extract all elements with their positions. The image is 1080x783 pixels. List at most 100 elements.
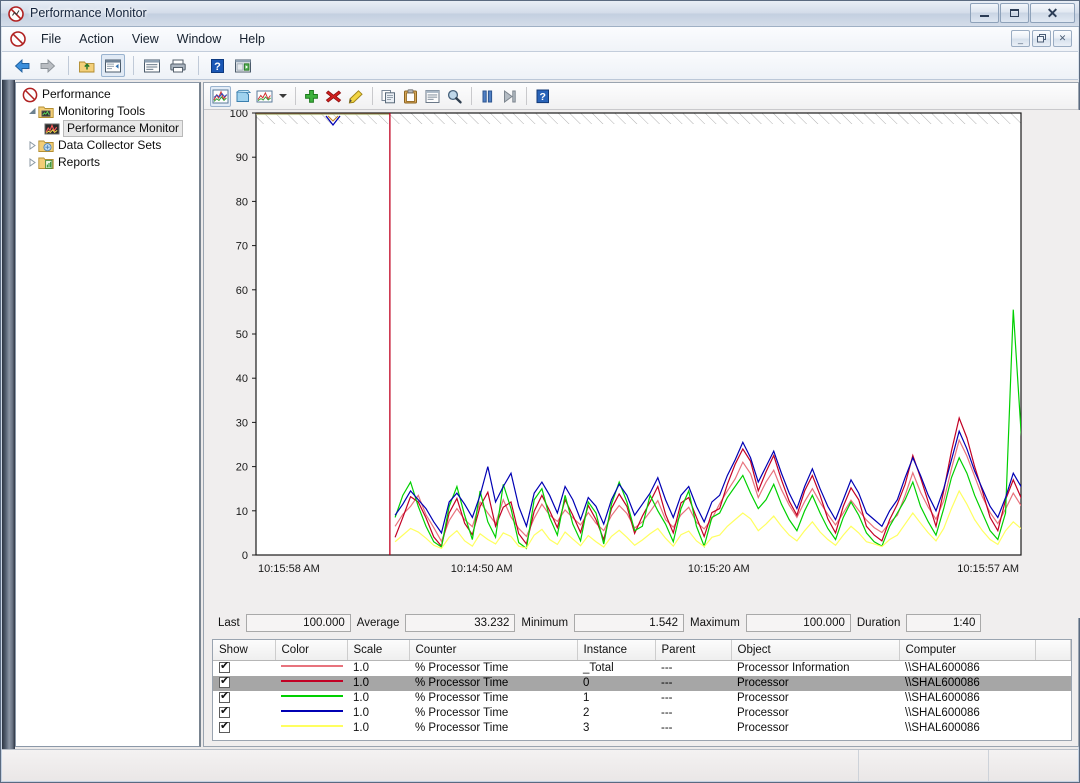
show-checkbox[interactable] bbox=[219, 707, 230, 718]
x-axis-label: 10:15:57 AM bbox=[957, 563, 1019, 575]
mdi-minimize-button[interactable]: _ bbox=[1011, 30, 1030, 47]
computer-cell: \\SHAL600086 bbox=[899, 721, 1035, 736]
tree-node-performance[interactable]: Performance bbox=[16, 86, 199, 103]
view-graph-icon[interactable] bbox=[210, 86, 231, 107]
mdi-close-button[interactable]: ✕ bbox=[1053, 30, 1072, 47]
object-cell: Processor bbox=[731, 676, 899, 691]
column-header-counter[interactable]: Counter bbox=[409, 640, 577, 660]
column-header-spacer bbox=[1035, 640, 1071, 660]
statistics-bar: Last 100.000 Average 33.232 Minimum 1.54… bbox=[212, 611, 1072, 635]
show-checkbox-cell[interactable] bbox=[213, 660, 275, 676]
properties-icon[interactable] bbox=[140, 54, 164, 77]
forward-icon[interactable] bbox=[36, 54, 60, 77]
show-checkbox[interactable] bbox=[219, 722, 230, 733]
column-header-show[interactable]: Show bbox=[213, 640, 275, 660]
column-header-color[interactable]: Color bbox=[275, 640, 347, 660]
new-window-icon[interactable] bbox=[231, 54, 255, 77]
show-checkbox-cell[interactable] bbox=[213, 706, 275, 721]
show-checkbox[interactable] bbox=[219, 662, 230, 673]
x-axis-label: 10:15:20 AM bbox=[688, 563, 750, 575]
menu-window[interactable]: Window bbox=[168, 29, 230, 49]
tree-node-performance-monitor[interactable]: Performance Monitor bbox=[16, 120, 199, 137]
copy-properties-icon[interactable] bbox=[378, 86, 399, 107]
table-row[interactable]: 1.0% Processor Time2---Processor\\SHAL60… bbox=[213, 706, 1071, 721]
left-scroll-rail[interactable] bbox=[2, 80, 15, 749]
show-checkbox[interactable] bbox=[219, 692, 230, 703]
minimum-value: 1.542 bbox=[574, 614, 684, 632]
print-icon[interactable] bbox=[166, 54, 190, 77]
graph-toolbar-separator-2 bbox=[372, 87, 373, 105]
menu-help[interactable]: Help bbox=[230, 29, 274, 49]
tree-node-monitoring-tools[interactable]: Monitoring Tools bbox=[16, 103, 199, 120]
show-hide-console-tree-icon[interactable] bbox=[101, 54, 125, 77]
column-header-instance[interactable]: Instance bbox=[577, 640, 655, 660]
zoom-icon[interactable] bbox=[444, 86, 465, 107]
counter-list[interactable]: Show Color Scale Counter Instance Parent… bbox=[212, 639, 1072, 741]
table-row[interactable]: 1.0% Processor Time3---Processor\\SHAL60… bbox=[213, 721, 1071, 736]
maximum-value: 100.000 bbox=[746, 614, 851, 632]
show-checkbox-cell[interactable] bbox=[213, 676, 275, 691]
color-swatch-cell[interactable] bbox=[275, 660, 347, 676]
column-header-parent[interactable]: Parent bbox=[655, 640, 731, 660]
change-graph-type-icon[interactable] bbox=[254, 86, 275, 107]
y-axis-label: 80 bbox=[236, 196, 248, 208]
close-button[interactable]: ✕ bbox=[1030, 3, 1075, 23]
y-axis-label: 60 bbox=[236, 285, 248, 297]
menu-view[interactable]: View bbox=[123, 29, 168, 49]
table-row[interactable]: 1.0% Processor Time1---Processor\\SHAL60… bbox=[213, 691, 1071, 706]
console-tree-panel: Performance Monitoring Tools bbox=[15, 82, 201, 747]
computer-cell: \\SHAL600086 bbox=[899, 706, 1035, 721]
instance-cell: 3 bbox=[577, 721, 655, 736]
properties-icon[interactable] bbox=[422, 86, 443, 107]
tree-node-reports[interactable]: Reports bbox=[16, 154, 199, 171]
add-counter-icon[interactable] bbox=[301, 86, 322, 107]
delete-counter-icon[interactable] bbox=[323, 86, 344, 107]
menu-action[interactable]: Action bbox=[70, 29, 123, 49]
collapse-triangle-icon[interactable] bbox=[26, 107, 38, 116]
show-checkbox-cell[interactable] bbox=[213, 721, 275, 736]
column-header-object[interactable]: Object bbox=[731, 640, 899, 660]
parent-cell: --- bbox=[655, 721, 731, 736]
maximize-button[interactable] bbox=[1000, 3, 1029, 23]
instance-cell: 1 bbox=[577, 691, 655, 706]
update-data-icon[interactable] bbox=[499, 86, 520, 107]
color-swatch-cell[interactable] bbox=[275, 706, 347, 721]
help-icon[interactable]: ? bbox=[205, 54, 229, 77]
mdi-window-controls: _ ✕ bbox=[1009, 30, 1072, 47]
help-icon[interactable]: ? bbox=[532, 86, 553, 107]
average-label: Average bbox=[351, 617, 406, 629]
paste-counter-list-icon[interactable] bbox=[400, 86, 421, 107]
back-icon[interactable] bbox=[10, 54, 34, 77]
chevron-down-icon[interactable] bbox=[276, 86, 289, 107]
color-swatch-cell[interactable] bbox=[275, 691, 347, 706]
mdi-restore-button[interactable] bbox=[1032, 30, 1051, 47]
table-row[interactable]: 1.0% Processor Time0---Processor\\SHAL60… bbox=[213, 676, 1071, 691]
tree-node-data-collector-sets[interactable]: Data Collector Sets bbox=[16, 137, 199, 154]
menu-file[interactable]: File bbox=[32, 29, 70, 49]
performance-chart[interactable]: 0102030405060708090100 10:15:58 AM10:14:… bbox=[204, 110, 1078, 618]
content-area: Performance Monitoring Tools bbox=[2, 80, 1078, 749]
row-spacer-cell bbox=[1035, 706, 1071, 721]
y-axis-label: 40 bbox=[236, 373, 248, 385]
color-swatch-cell[interactable] bbox=[275, 676, 347, 691]
column-header-scale[interactable]: Scale bbox=[347, 640, 409, 660]
show-checkbox-cell[interactable] bbox=[213, 691, 275, 706]
highlight-icon[interactable] bbox=[345, 86, 366, 107]
duration-label: Duration bbox=[851, 617, 906, 629]
up-folder-icon[interactable] bbox=[75, 54, 99, 77]
show-checkbox[interactable] bbox=[219, 677, 230, 688]
window-title: Performance Monitor bbox=[30, 6, 147, 20]
svg-text:?: ? bbox=[540, 91, 546, 103]
y-axis-label: 100 bbox=[230, 110, 248, 120]
expand-triangle-icon[interactable] bbox=[26, 141, 38, 150]
row-spacer-cell bbox=[1035, 721, 1071, 736]
expand-triangle-icon-2[interactable] bbox=[26, 158, 38, 167]
view-current-activity-icon[interactable] bbox=[232, 86, 253, 107]
freeze-display-icon[interactable] bbox=[477, 86, 498, 107]
minimize-button[interactable] bbox=[970, 3, 999, 23]
table-row[interactable]: 1.0% Processor Time_Total---Processor In… bbox=[213, 660, 1071, 676]
counter-cell: % Processor Time bbox=[409, 706, 577, 721]
column-header-computer[interactable]: Computer bbox=[899, 640, 1035, 660]
graph-toolbar-separator-3 bbox=[471, 87, 472, 105]
color-swatch-cell[interactable] bbox=[275, 721, 347, 736]
